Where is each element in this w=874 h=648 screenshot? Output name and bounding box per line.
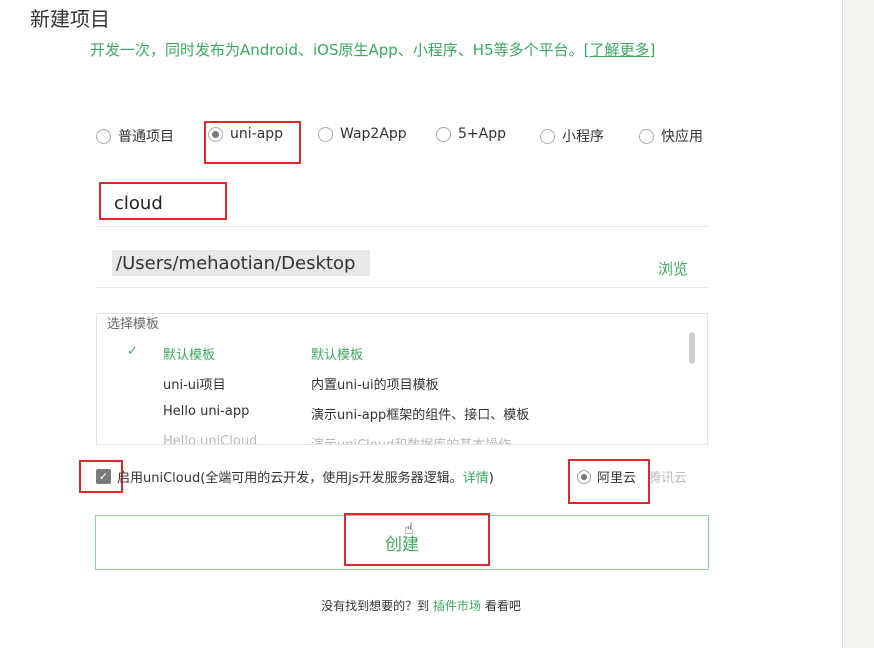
template-item-hello-uni-app[interactable]: Hello uni-app 演示uni-app框架的组件、接口、模板 <box>97 398 687 428</box>
radio-label: 阿里云 <box>597 471 637 486</box>
radio-provider-tencent: 腾讯云 <box>648 467 687 486</box>
template-scrollbar[interactable] <box>689 332 695 364</box>
template-item-default[interactable]: ✓ 默认模板 默认模板 <box>97 338 687 368</box>
footer-suffix: 看看吧 <box>484 599 521 613</box>
radio-label: 普通项目 <box>118 129 174 145</box>
unicloud-detail-link[interactable]: 详情 <box>463 471 489 486</box>
footer-hint: 没有找到想要的？到 插件市场 看看吧 <box>0 597 842 614</box>
check-icon: ✓ <box>127 344 138 359</box>
radio-circle-icon <box>540 128 555 144</box>
radio-circle-icon <box>96 128 111 144</box>
template-caption: 选择模板 <box>105 314 162 332</box>
hand-pointer-icon: ☝ <box>404 519 414 538</box>
unicloud-label-end: ) <box>488 471 494 486</box>
radio-project-mini-program[interactable]: 小程序 <box>540 126 604 146</box>
template-list: 选择模板 ✓ 默认模板 默认模板 uni-ui项目 内置uni-ui的项目模板 … <box>96 313 708 445</box>
footer-prefix: 没有找到想要的？到 <box>321 599 430 613</box>
radio-label: Wap2App <box>340 126 407 142</box>
radio-circle-icon <box>577 469 591 484</box>
radio-label: 5+App <box>458 126 506 142</box>
radio-project-quick-app[interactable]: 快应用 <box>639 126 703 146</box>
template-name: 默认模板 <box>163 348 216 363</box>
template-desc: 默认模板 <box>311 348 364 363</box>
radio-circle-icon <box>436 126 451 142</box>
radio-label: 腾讯云 <box>648 471 688 486</box>
template-item-hello-unicloud[interactable]: Hello uniCloud 演示uniCloud和数据库的基本操作 <box>97 428 687 445</box>
radio-circle-icon <box>639 128 654 144</box>
path-divider <box>96 287 708 288</box>
create-button[interactable]: 创建 <box>95 515 709 570</box>
radio-circle-icon <box>208 126 223 142</box>
project-type-group: 普通项目 uni-app Wap2App 5+App 小程序 快应用 <box>0 126 842 150</box>
template-desc: 演示uniCloud和数据库的基本操作 <box>311 434 511 444</box>
radio-project-uni-app[interactable]: uni-app <box>208 126 283 142</box>
name-divider <box>96 226 708 227</box>
radio-label: 小程序 <box>562 129 604 145</box>
project-path-input[interactable] <box>110 248 642 278</box>
template-desc: 内置uni-ui的项目模板 <box>311 378 439 393</box>
radio-provider-aliyun[interactable]: 阿里云 <box>577 467 636 486</box>
browse-button[interactable]: 浏览 <box>658 258 688 279</box>
page-subtitle: 开发一次，同时发布为Android、iOS原生App、小程序、H5等多个平台。[… <box>90 39 655 60</box>
template-name: Hello uniCloud <box>163 434 258 445</box>
plugin-market-link[interactable]: 插件市场 <box>433 599 481 613</box>
radio-project-wap2app[interactable]: Wap2App <box>318 126 407 142</box>
unicloud-label: 启用uniCloud(全端可用的云开发，使用js开发服务器逻辑。 <box>117 471 463 486</box>
template-name: uni-ui项目 <box>163 378 226 393</box>
enable-unicloud-checkbox[interactable]: ✓ <box>96 469 111 484</box>
template-name: Hello uni-app <box>163 404 250 419</box>
learn-more-link[interactable]: [了解更多] <box>584 41 656 59</box>
radio-label: uni-app <box>230 126 284 142</box>
radio-label: 快应用 <box>661 129 703 145</box>
subtitle-text: 开发一次，同时发布为Android、iOS原生App、小程序、H5等多个平台。 <box>90 41 584 59</box>
unicloud-description: 启用uniCloud(全端可用的云开发，使用js开发服务器逻辑。详情) <box>117 467 494 486</box>
radio-project-5plus-app[interactable]: 5+App <box>436 126 506 142</box>
template-desc: 演示uni-app框架的组件、接口、模板 <box>311 408 530 423</box>
template-item-uni-ui[interactable]: uni-ui项目 内置uni-ui的项目模板 <box>97 368 687 398</box>
radio-project-normal[interactable]: 普通项目 <box>96 126 174 146</box>
window-edge <box>842 0 874 648</box>
project-name-input[interactable] <box>104 184 724 222</box>
page-title: 新建项目 <box>30 7 110 31</box>
radio-circle-icon <box>318 126 333 142</box>
